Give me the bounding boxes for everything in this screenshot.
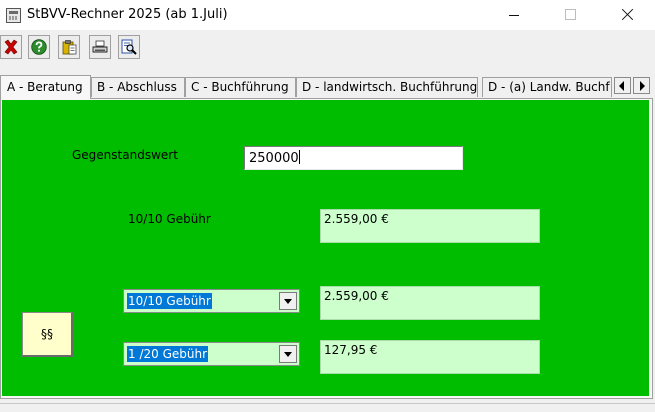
fee-result-field-2: 127,95 € — [320, 340, 540, 374]
tab-a-beratung[interactable]: A - Beratung — [0, 75, 91, 99]
chevron-down-icon[interactable] — [279, 345, 297, 363]
exit-button[interactable] — [0, 35, 22, 59]
text-caret — [298, 150, 300, 164]
help-icon — [31, 39, 47, 55]
maximize-button[interactable] — [547, 0, 593, 30]
close-x-icon — [4, 39, 18, 55]
tab-strip: A - Beratung B - Abschluss C - Buchführu… — [0, 75, 655, 99]
print-button[interactable] — [89, 35, 111, 59]
search-page-icon — [121, 39, 137, 55]
clipboard-icon — [62, 40, 77, 55]
fee-result-field-1: 2.559,00 € — [320, 286, 540, 320]
calculator-app-icon — [6, 8, 21, 23]
fee-rate-select-1-value: 10/10 Gebühr — [127, 293, 212, 309]
gegenstandswert-label: Gegenstandswert — [72, 148, 178, 162]
title-bar: StBVV-Rechner 2025 (ab 1.Juli) — [0, 0, 655, 30]
fee-rate-select-2-value: 1 /20 Gebühr — [127, 346, 209, 362]
gebuehr-label: 10/10 Gebühr — [128, 212, 211, 226]
clipboard-button[interactable] — [58, 35, 80, 59]
tab-c-buchfuehrung[interactable]: C - Buchführung — [185, 77, 296, 97]
fee-rate-select-2[interactable]: 1 /20 Gebühr — [123, 342, 300, 366]
preview-button[interactable] — [118, 35, 140, 59]
window-title: StBVV-Rechner 2025 (ab 1.Juli) — [27, 7, 228, 22]
tab-d-a-landw-buchf[interactable]: D - (a) Landw. Buchf — [482, 77, 612, 97]
tab-b-abschluss[interactable]: B - Abschluss — [91, 77, 185, 97]
window-close-button[interactable] — [604, 0, 650, 30]
gegenstandswert-input[interactable]: 250000 — [244, 146, 463, 170]
tab-d-landwirtsch-buchfuehrung[interactable]: D - landwirtsch. Buchführung — [296, 77, 478, 97]
tab-scroll-left-button[interactable] — [614, 77, 631, 94]
gebuehr-result-field: 2.559,00 € — [320, 209, 540, 243]
paragraph-button[interactable]: §§ — [22, 312, 73, 357]
chevron-down-icon[interactable] — [279, 292, 297, 310]
printer-icon — [92, 40, 108, 53]
toolbar — [0, 34, 655, 62]
fee-rate-select-1[interactable]: 10/10 Gebühr — [123, 289, 300, 313]
minimize-button[interactable] — [491, 0, 537, 30]
gegenstandswert-value: 250000 — [249, 151, 299, 166]
tab-scroll-right-button[interactable] — [633, 77, 650, 94]
help-button[interactable] — [28, 35, 50, 59]
